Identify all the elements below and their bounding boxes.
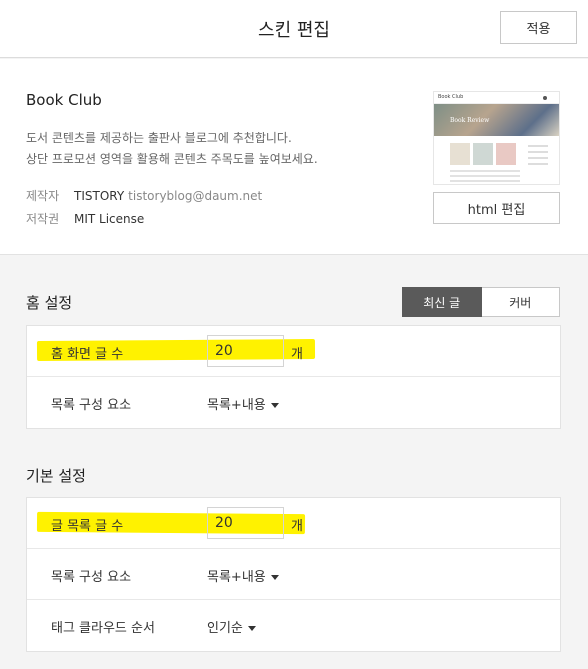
tag-cloud-order-row: 태그 클라우드 순서 인기순 — [27, 600, 560, 651]
author-email: tistoryblog@daum.net — [128, 189, 263, 203]
home-settings-panel: 홈 화면 글 수 20 개 목록 구성 요소 목록+내용 — [26, 325, 561, 429]
caret-down-icon — [270, 403, 279, 408]
list-post-count-row: 글 목록 글 수 20 개 — [27, 498, 560, 549]
skin-preview-thumbnail: Book Club Book Review — [433, 91, 560, 185]
author-row: 제작자 TISTORY tistoryblog@daum.net — [26, 187, 262, 204]
home-post-count-value: 20 — [215, 343, 233, 359]
preview-sidebar — [528, 145, 548, 169]
tag-cloud-order-value: 인기순 — [207, 621, 243, 636]
preview-card — [473, 143, 493, 165]
preview-hero-text: Book Review — [450, 117, 490, 124]
caret-down-icon — [247, 626, 256, 631]
tab-cover[interactable]: 커버 — [481, 287, 560, 317]
home-list-component-select[interactable]: 목록+내용 — [207, 394, 279, 413]
preview-logo: Book Club — [438, 94, 464, 100]
skin-info-panel: Book Club 도서 콘텐츠를 제공하는 출판사 블로그에 추천합니다. 상… — [0, 59, 588, 255]
preview-nav: Book Club — [434, 92, 559, 104]
html-edit-button[interactable]: html 편집 — [433, 192, 560, 224]
preview-lines — [450, 170, 520, 184]
tab-latest-posts[interactable]: 최신 글 — [402, 287, 482, 317]
caret-down-icon — [270, 575, 279, 580]
basic-list-component-value: 목록+내용 — [207, 570, 266, 585]
home-post-count-label: 홈 화면 글 수 — [51, 347, 124, 362]
list-post-count-label: 글 목록 글 수 — [51, 519, 124, 534]
list-post-count-unit: 개 — [291, 519, 303, 534]
home-list-component-row: 목록 구성 요소 목록+내용 — [27, 377, 560, 428]
license-row: 저작권 MIT License — [26, 210, 144, 227]
basic-settings-panel: 글 목록 글 수 20 개 목록 구성 요소 목록+내용 태그 클라우드 순서 … — [26, 497, 561, 652]
home-post-count-row: 홈 화면 글 수 20 개 — [27, 326, 560, 377]
author-name: TISTORY — [74, 189, 125, 203]
skin-description: 도서 콘텐츠를 제공하는 출판사 블로그에 추천합니다. 상단 프로모션 영역을… — [26, 128, 318, 170]
apply-button[interactable]: 적용 — [500, 11, 577, 44]
tag-cloud-order-label: 태그 클라우드 순서 — [51, 621, 155, 636]
home-mode-toggle: 최신 글 커버 — [402, 287, 560, 317]
tag-cloud-order-select[interactable]: 인기순 — [207, 617, 256, 636]
skin-description-line2: 상단 프로모션 영역을 활용해 콘텐츠 주목도를 높여보세요. — [26, 152, 318, 166]
preview-card — [496, 143, 516, 165]
list-post-count-value: 20 — [215, 515, 233, 531]
home-post-count-unit: 개 — [291, 347, 303, 362]
skin-name: Book Club — [26, 91, 102, 109]
home-list-component-label: 목록 구성 요소 — [51, 398, 132, 413]
basic-list-component-select[interactable]: 목록+내용 — [207, 566, 279, 585]
home-list-component-value: 목록+내용 — [207, 398, 266, 413]
header: 스킨 편집 적용 — [0, 0, 588, 58]
license-label: 저작권 — [26, 212, 60, 226]
preview-card — [450, 143, 470, 165]
preview-hero: Book Review — [434, 104, 559, 136]
skin-description-line1: 도서 콘텐츠를 제공하는 출판사 블로그에 추천합니다. — [26, 131, 292, 145]
license-value: MIT License — [74, 212, 145, 226]
basic-list-component-row: 목록 구성 요소 목록+내용 — [27, 549, 560, 600]
preview-cards — [450, 143, 516, 165]
author-label: 제작자 — [26, 189, 60, 203]
basic-settings-title: 기본 설정 — [26, 467, 86, 485]
home-settings-title: 홈 설정 — [26, 294, 73, 312]
preview-search-icon — [543, 96, 547, 100]
basic-list-component-label: 목록 구성 요소 — [51, 570, 132, 585]
